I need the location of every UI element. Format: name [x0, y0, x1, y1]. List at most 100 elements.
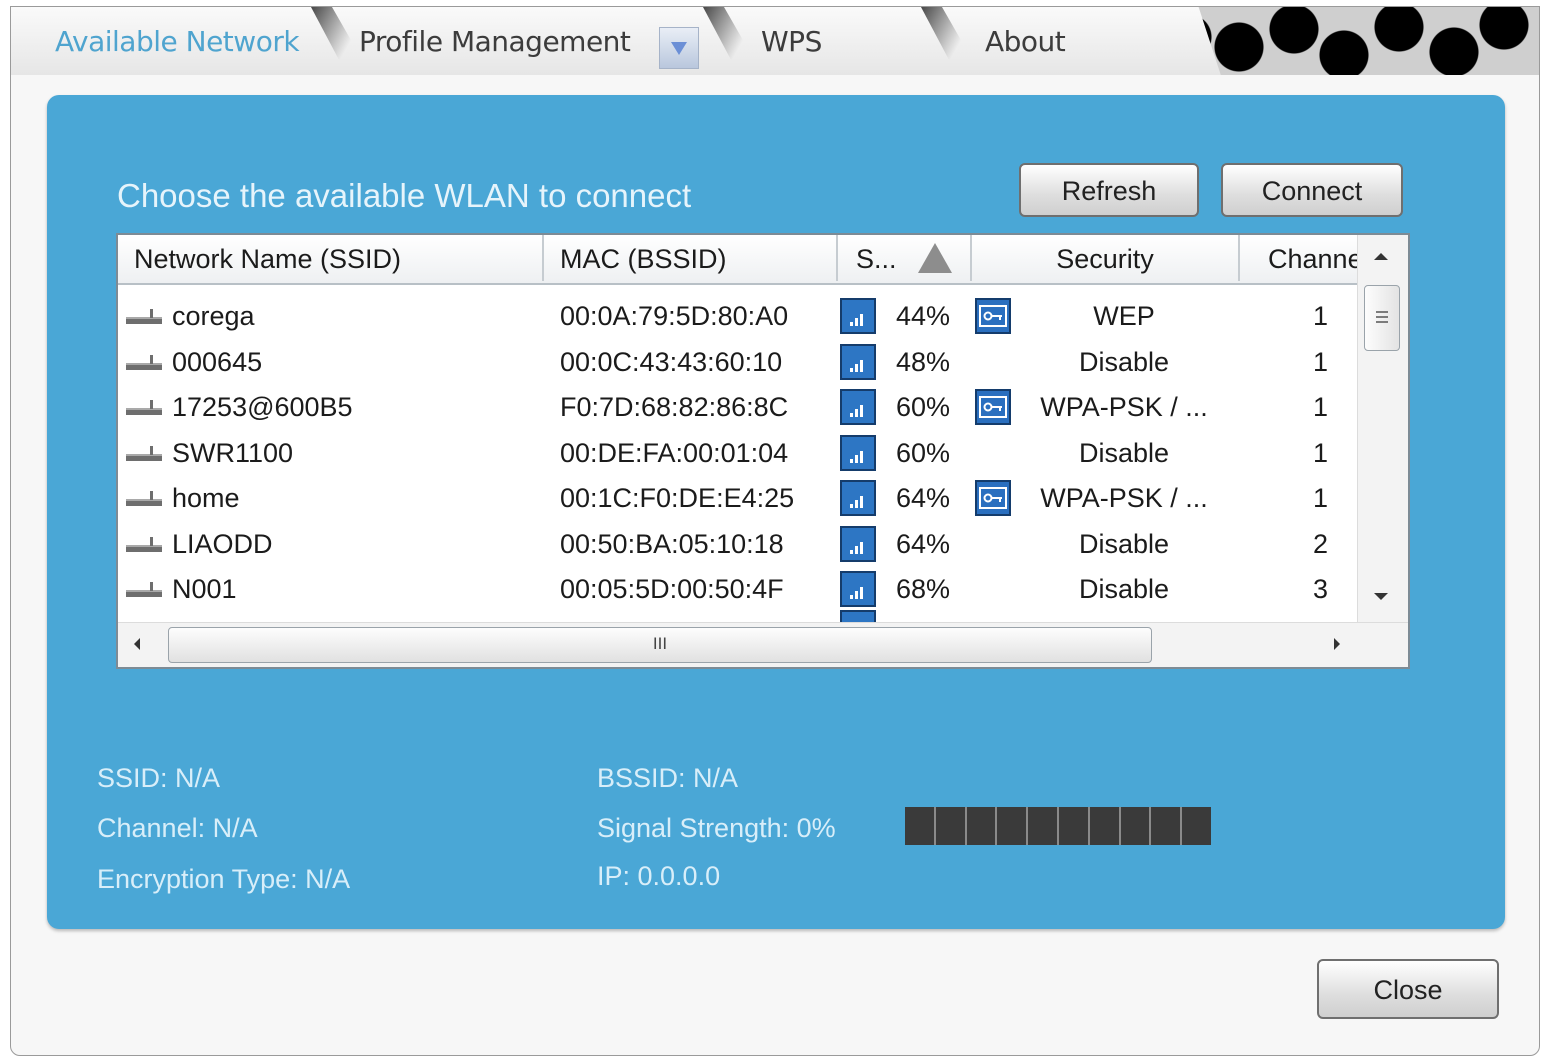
lock-key-icon [975, 389, 1011, 425]
security-cell: Disable [1078, 346, 1170, 377]
mac-cell: 00:50:BA:05:10:18 [560, 528, 784, 559]
security-cell: WEP [1093, 301, 1155, 331]
vertical-scrollbar[interactable] [1357, 235, 1408, 623]
mac-cell: F0:7D:68:82:86:8C [560, 392, 789, 422]
signal-strength-icon [840, 343, 876, 380]
signal-cell: 64% [896, 528, 951, 559]
connect-button[interactable]: Connect [1221, 163, 1403, 217]
scroll-up-arrow-icon[interactable] [1374, 253, 1388, 260]
list-row[interactable]: N001 00:05:5D:00:50:4F 68% Disable 3 [118, 567, 1360, 612]
info-channel: Channel: N/A [97, 813, 258, 843]
signal-strength-icon [840, 571, 876, 607]
network-list[interactable]: Network Name (SSID) MAC (BSSID) S... Sec… [116, 233, 1410, 669]
signal-strength-icon [840, 525, 876, 562]
lock-key-icon [975, 480, 1011, 516]
available-network-panel: Choose the available WLAN to connect Ref… [47, 95, 1505, 929]
list-row[interactable]: home 00:1C:F0:DE:E4:25 64% WPA-PSK / ... 1 [118, 476, 1360, 521]
tab-separator [703, 7, 763, 75]
mac-cell: 00:0A:79:5D:80:A0 [560, 301, 789, 331]
tab-profile-management[interactable]: Profile Management [359, 7, 631, 75]
list-row[interactable]: SWR1100 00:DE:FA:00:01:04 60% Disable 1 [118, 431, 1360, 476]
network-icon [126, 582, 162, 597]
channel-cell: 2 [1312, 528, 1328, 559]
panel-title: Choose the available WLAN to connect [117, 177, 692, 214]
info-ssid: SSID: N/A [97, 763, 221, 793]
network-icon [126, 309, 162, 324]
signal-strength-icon [840, 480, 876, 516]
channel-cell: 1 [1312, 301, 1328, 331]
list-row[interactable]: corega 00:0A:79:5D:80:A0 44% WEP 1 [118, 294, 1360, 339]
security-cell: WPA-PSK / ... [1040, 483, 1208, 513]
column-header-signal[interactable]: S... [838, 235, 972, 281]
column-header-security[interactable]: Security [972, 235, 1240, 281]
decorative-banner [1198, 7, 1539, 75]
horizontal-scrollbar[interactable]: III [118, 622, 1408, 667]
info-signal-strength: Signal Strength: 0% [597, 813, 836, 843]
tab-separator [921, 7, 981, 75]
security-cell: Disable [1078, 528, 1170, 559]
channel-cell: 1 [1312, 483, 1328, 513]
tab-available-network[interactable]: Available Network [55, 7, 300, 75]
ssid-cell: 000645 [172, 346, 263, 377]
ssid-cell: SWR1100 [172, 437, 294, 468]
ssid-cell: corega [172, 301, 255, 331]
tab-about[interactable]: About [985, 7, 1066, 75]
vertical-scroll-thumb[interactable] [1364, 285, 1400, 351]
profile-dropdown-button[interactable] [659, 27, 699, 69]
list-row[interactable]: LIAODD 00:50:BA:05:10:18 64% Disable 2 [118, 522, 1360, 567]
network-icon [126, 491, 162, 506]
security-cell: WPA-PSK / ... [1040, 392, 1208, 422]
chevron-down-icon [671, 41, 687, 55]
ssid-cell: N001 [172, 574, 237, 604]
mac-cell: 00:DE:FA:00:01:04 [560, 437, 789, 468]
column-header-channel[interactable]: Channe [1240, 235, 1360, 281]
channel-cell: 1 [1312, 346, 1328, 377]
channel-cell: 3 [1312, 574, 1328, 604]
ssid-cell: 17253@600B5 [172, 392, 353, 422]
wlan-utility-window: Available Network Profile Management WPS… [10, 6, 1540, 1056]
ssid-cell: LIAODD [172, 528, 273, 559]
signal-strength-icon [840, 298, 876, 334]
tab-bar: Available Network Profile Management WPS… [11, 7, 1539, 75]
mac-cell: 00:0C:43:43:60:10 [560, 346, 783, 377]
security-cell: Disable [1078, 574, 1170, 604]
signal-cell: 60% [896, 392, 951, 422]
column-header-ssid[interactable]: Network Name (SSID) [118, 235, 544, 281]
ssid-cell: home [172, 483, 240, 513]
list-row[interactable]: 17253@600B5 F0:7D:68:82:86:8C 60% WPA-PSK /… [118, 385, 1360, 430]
refresh-button[interactable]: Refresh [1019, 163, 1199, 217]
scroll-down-arrow-icon[interactable] [1374, 593, 1388, 600]
mac-cell: 00:1C:F0:DE:E4:25 [560, 483, 795, 513]
info-ip: IP: 0.0.0.0 [597, 861, 721, 891]
sort-ascending-icon [918, 243, 952, 273]
column-header-signal-label: S... [856, 244, 897, 274]
signal-cell: 48% [896, 346, 951, 377]
signal-cell: 64% [896, 483, 951, 513]
close-button[interactable]: Close [1317, 959, 1499, 1019]
network-icon [126, 354, 162, 370]
info-bssid: BSSID: N/A [597, 763, 739, 793]
mac-cell: 00:05:5D:00:50:4F [560, 574, 784, 604]
column-header-mac[interactable]: MAC (BSSID) [544, 235, 838, 281]
list-header: Network Name (SSID) MAC (BSSID) S... Sec… [118, 235, 1360, 285]
signal-strength-icon [840, 434, 876, 471]
scroll-left-arrow-icon[interactable] [134, 638, 140, 650]
security-cell: Disable [1078, 437, 1170, 468]
network-icon [126, 400, 162, 415]
channel-cell: 1 [1312, 437, 1328, 468]
grip-icon [1376, 311, 1388, 323]
signal-cell: 44% [896, 301, 951, 331]
list-row[interactable]: 000645 00:0C:43:43:60:10 48% Disable 1 [118, 340, 1360, 385]
lock-key-icon [975, 298, 1011, 334]
horizontal-scroll-thumb[interactable]: III [168, 627, 1152, 663]
info-encryption: Encryption Type: N/A [97, 864, 351, 894]
signal-strength-icon [840, 389, 876, 425]
scroll-right-arrow-icon[interactable] [1334, 638, 1340, 650]
signal-cell: 68% [896, 574, 951, 604]
network-icon [126, 536, 162, 552]
tab-wps[interactable]: WPS [761, 7, 822, 75]
signal-cell: 60% [896, 437, 951, 468]
signal-strength-meter [905, 807, 1211, 845]
channel-cell: 1 [1312, 392, 1328, 422]
scroll-grip: III [652, 634, 668, 653]
